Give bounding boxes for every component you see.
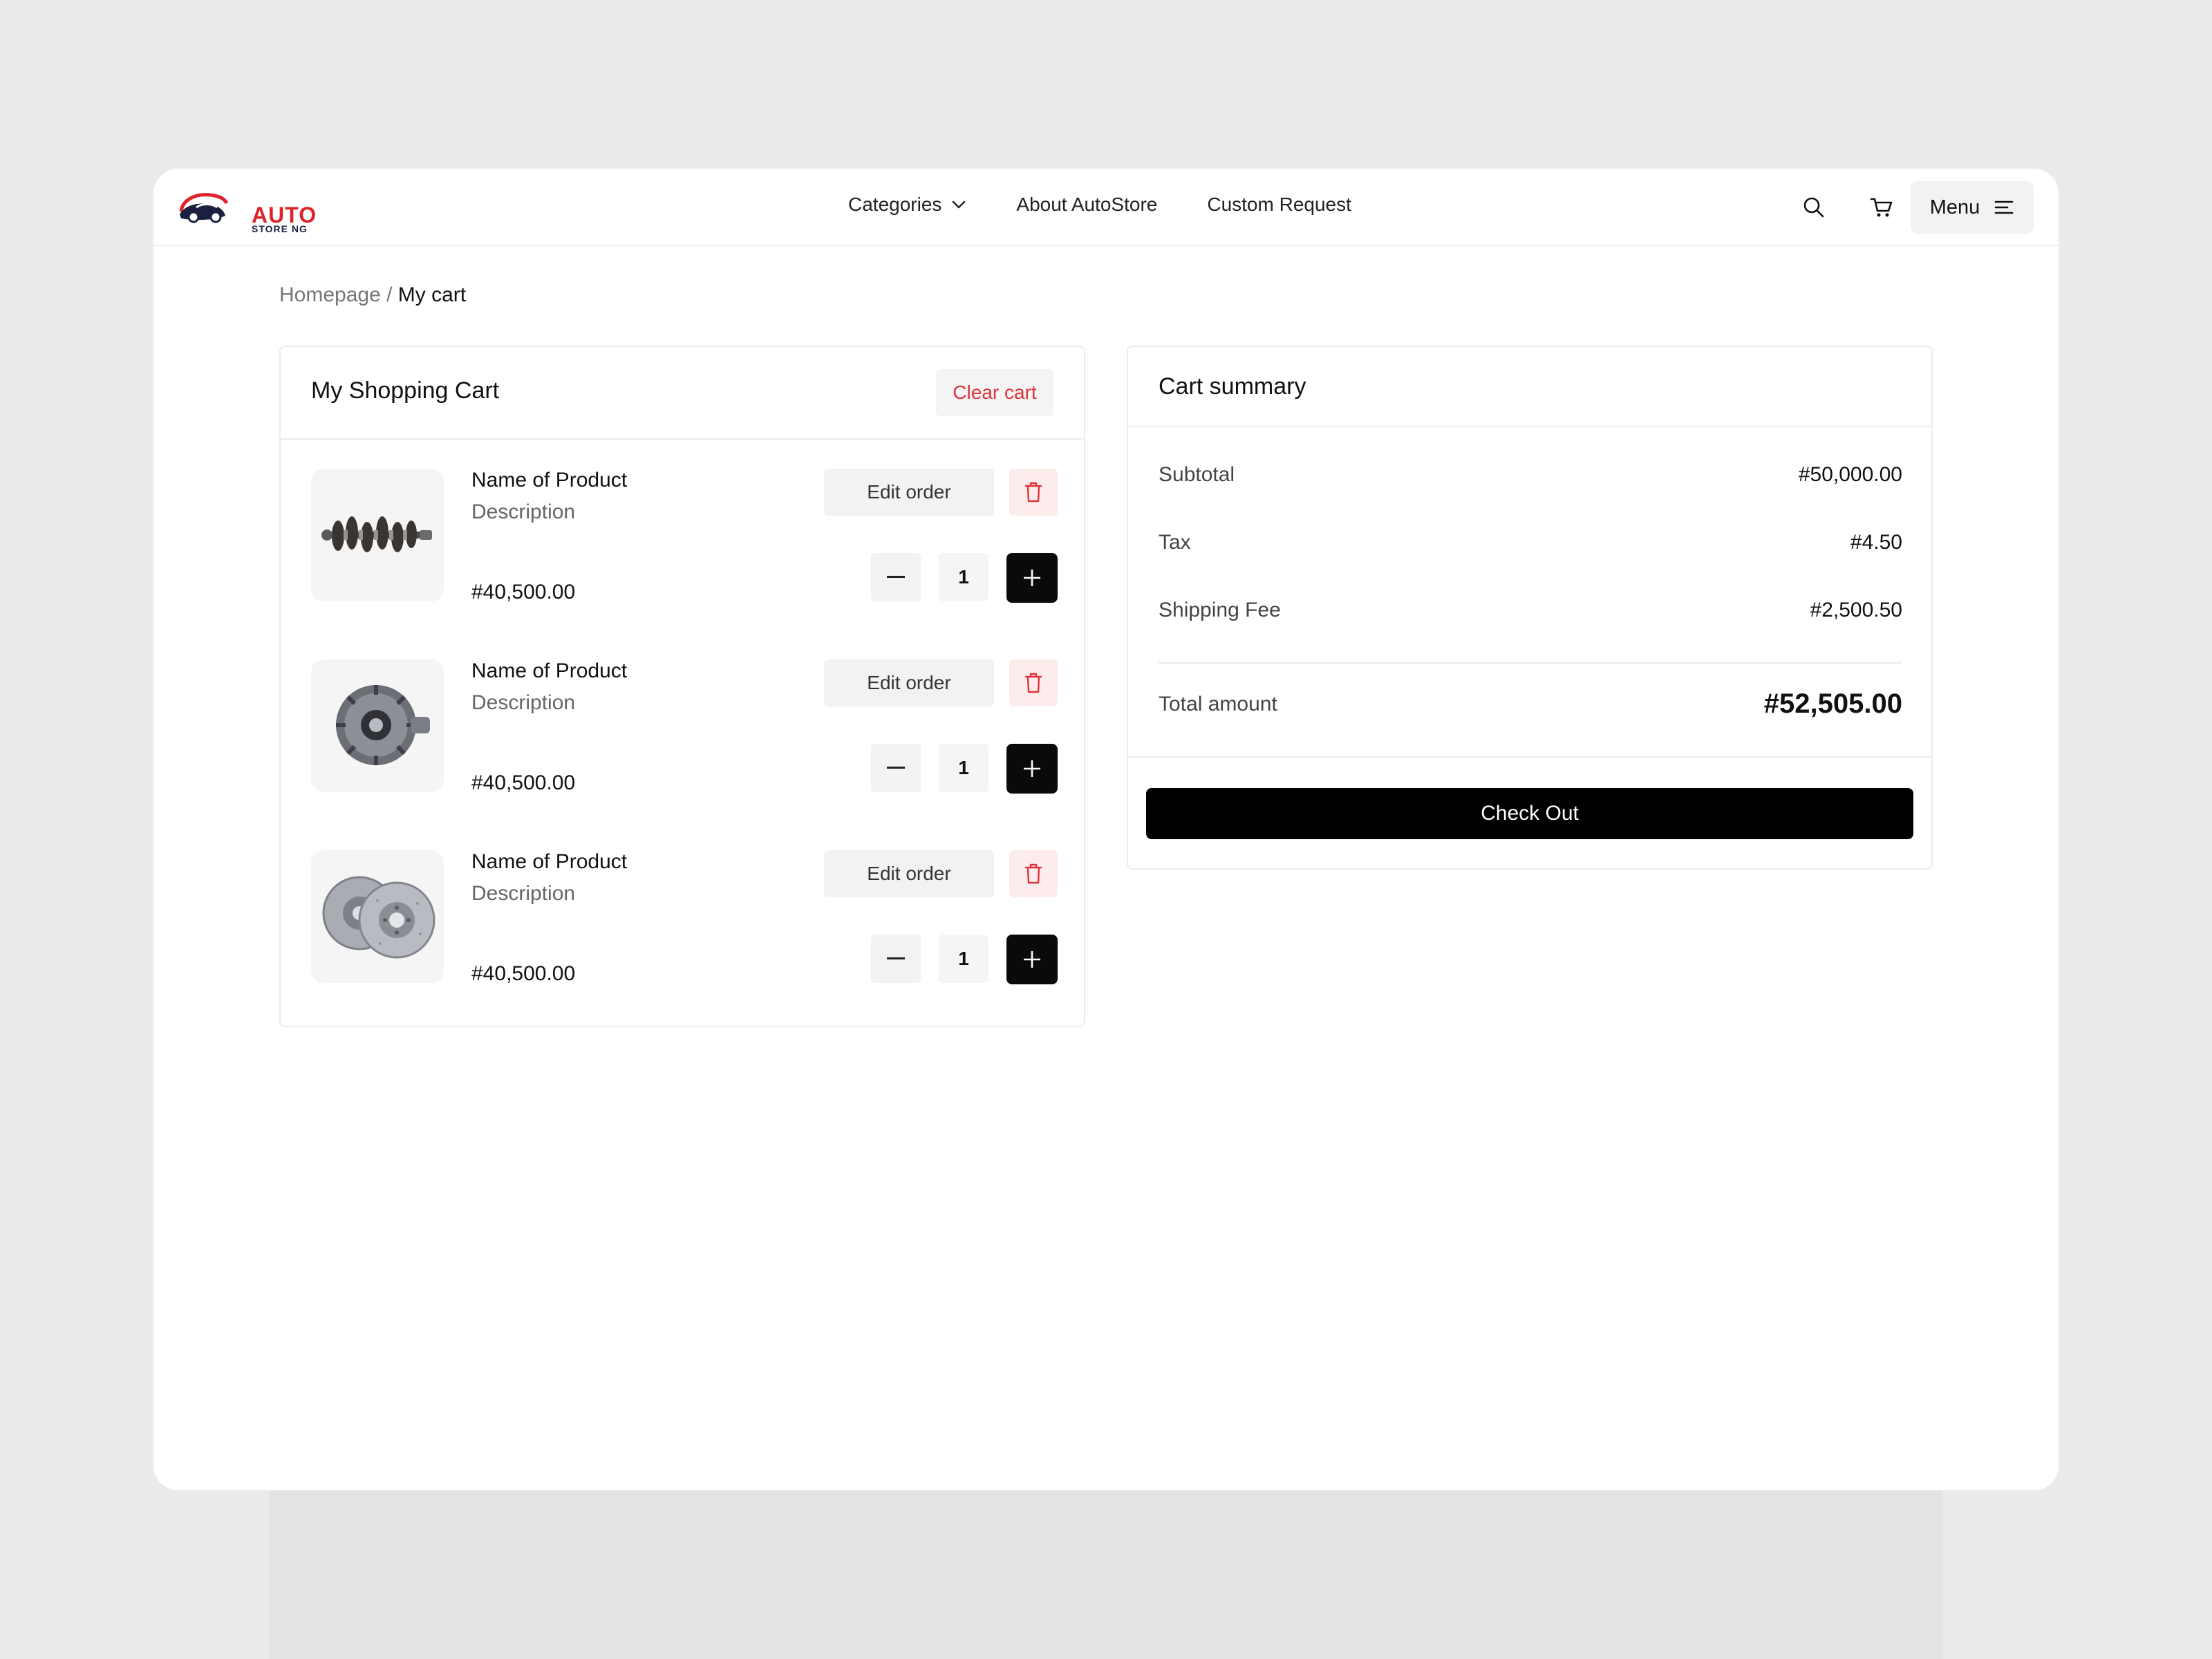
nav-about-label: About AutoStore: [1016, 194, 1158, 215]
delete-item-button[interactable]: [1009, 469, 1058, 516]
trash-icon: [1024, 863, 1042, 884]
subtotal-row: Subtotal #50,000.00: [1159, 463, 1902, 487]
edit-order-button[interactable]: Edit order: [824, 469, 994, 516]
summary-header: Cart summary: [1128, 347, 1931, 427]
total-label: Total amount: [1159, 692, 1277, 715]
delete-item-button[interactable]: [1009, 659, 1058, 706]
clear-cart-button[interactable]: Clear cart: [936, 369, 1053, 416]
cart-title: My Shopping Cart: [311, 377, 500, 404]
product-description: Description: [471, 500, 576, 523]
shopping-cart-panel: My Shopping Cart Clear cart Name of Prod…: [279, 346, 1085, 1027]
decrease-quantity-button[interactable]: [871, 744, 921, 792]
quantity-value[interactable]: 1: [939, 553, 988, 601]
tax-value: #4.50: [1850, 531, 1902, 554]
car-logo-icon: [179, 193, 229, 223]
shipping-value: #2,500.50: [1810, 599, 1902, 621]
menu-label: Menu: [1929, 196, 1980, 218]
shipping-label: Shipping Fee: [1159, 599, 1281, 621]
chevron-down-icon: [953, 200, 966, 209]
nav-about[interactable]: About AutoStore: [1016, 194, 1157, 216]
product-description: Description: [471, 691, 576, 714]
product-image-differential[interactable]: [311, 659, 444, 792]
top-header: AUTO STORE NG Categories About AutoStore…: [153, 169, 2059, 246]
cart-item: Name of Product Description #40,500.00 E…: [311, 850, 1058, 986]
search-icon: [1803, 197, 1824, 218]
decrease-quantity-button[interactable]: [871, 935, 921, 983]
edit-order-button[interactable]: Edit order: [824, 850, 994, 897]
decrease-quantity-button[interactable]: [871, 553, 921, 601]
product-price: #40,500.00: [471, 581, 576, 603]
product-image-crankshaft[interactable]: [311, 469, 444, 601]
nav-categories-label: Categories: [848, 194, 942, 215]
breadcrumb-home[interactable]: Homepage: [279, 283, 381, 306]
product-name: Name of Product: [471, 469, 628, 491]
plus-icon: [1024, 570, 1040, 586]
brake-discs-image: [322, 876, 435, 959]
plus-icon: [1024, 951, 1040, 968]
breadcrumb-separator: /: [380, 283, 398, 306]
product-price: #40,500.00: [471, 771, 576, 794]
menu-button[interactable]: Menu: [1911, 181, 2034, 234]
search-button[interactable]: [1799, 192, 1829, 223]
minus-icon: [887, 957, 905, 959]
tax-row: Tax #4.50: [1159, 531, 1902, 554]
cart-icon: [1870, 198, 1893, 217]
trash-icon: [1024, 482, 1042, 503]
edit-order-button[interactable]: Edit order: [824, 659, 994, 706]
app-window: AUTO STORE NG Categories About AutoStore…: [153, 169, 2059, 1490]
quantity-value[interactable]: 1: [939, 935, 988, 983]
nav-custom-request[interactable]: Custom Request: [1207, 194, 1351, 216]
subtotal-value: #50,000.00: [1798, 463, 1902, 486]
cart-item: Name of Product Description #40,500.00 E…: [311, 659, 1058, 795]
product-price: #40,500.00: [471, 962, 576, 985]
product-name: Name of Product: [471, 659, 628, 682]
nav-custom-label: Custom Request: [1207, 194, 1351, 215]
nav-categories[interactable]: Categories: [848, 194, 966, 216]
tax-label: Tax: [1159, 531, 1191, 554]
hamburger-icon: [1994, 200, 2014, 214]
increase-quantity-button[interactable]: [1006, 744, 1058, 794]
summary-divider: [1128, 756, 1931, 758]
brand-wordmark: AUTO STORE NG: [252, 203, 317, 234]
summary-title: Cart summary: [1159, 373, 1306, 400]
cart-button[interactable]: [1866, 192, 1897, 223]
brand-name-sub: STORE NG: [252, 223, 308, 234]
cart-header: My Shopping Cart Clear cart: [281, 347, 1084, 440]
summary-divider: [1159, 662, 1902, 664]
product-image-brake-discs[interactable]: [311, 850, 444, 983]
brand-name-main: AUTO: [252, 203, 317, 227]
increase-quantity-button[interactable]: [1006, 553, 1058, 603]
product-name: Name of Product: [471, 850, 628, 873]
total-row: Total amount #52,505.00: [1159, 688, 1902, 720]
brand-logo[interactable]: AUTO STORE NG: [176, 184, 317, 234]
breadcrumb: Homepage / My cart: [279, 283, 466, 307]
checkout-button[interactable]: Check Out: [1146, 788, 1913, 839]
minus-icon: [887, 767, 905, 769]
main-nav: Categories About AutoStore Custom Reques…: [848, 194, 1351, 216]
total-value: #52,505.00: [1763, 688, 1902, 719]
differential-image: [336, 685, 430, 765]
subtotal-label: Subtotal: [1159, 463, 1235, 486]
plus-icon: [1024, 760, 1040, 777]
quantity-value[interactable]: 1: [939, 744, 988, 792]
shipping-row: Shipping Fee #2,500.50: [1159, 599, 1902, 622]
delete-item-button[interactable]: [1009, 850, 1058, 897]
cart-item: Name of Product Description #40,500.00 E…: [311, 469, 1058, 604]
trash-icon: [1024, 673, 1042, 693]
product-description: Description: [471, 882, 576, 905]
increase-quantity-button[interactable]: [1006, 935, 1058, 984]
background-shadow: [270, 1465, 1942, 1659]
minus-icon: [887, 576, 905, 578]
cart-summary-panel: Cart summary Subtotal #50,000.00 Tax #4.…: [1127, 346, 1933, 870]
breadcrumb-current: My cart: [397, 283, 467, 306]
crankshaft-image: [321, 516, 432, 552]
